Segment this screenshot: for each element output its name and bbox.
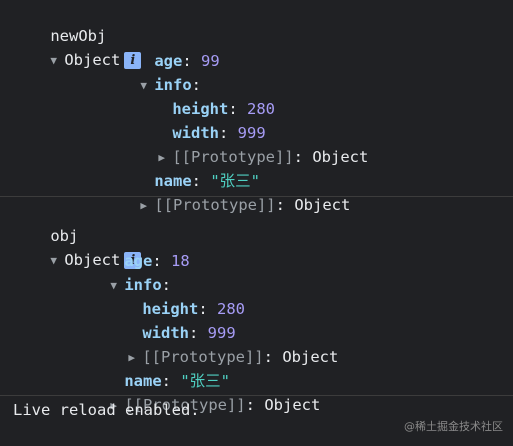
property-height: height: 280 — [142, 300, 245, 318]
console-entry-newobj: newObj ▼ Object i age: 99 ▼ info: height: 2… — [0, 0, 513, 214]
entry-divider — [0, 196, 513, 197]
object-header[interactable]: newObj ▼ Object i — [13, 0, 142, 69]
property-name: name: "张三" — [154, 172, 260, 190]
property-age: age: 18 — [124, 252, 190, 270]
variable-name: obj — [50, 227, 79, 245]
property-name: name: "张三" — [124, 372, 230, 390]
variable-name: newObj — [50, 27, 107, 45]
property-width: width: 999 — [172, 124, 266, 142]
property-value: 99 — [201, 52, 220, 70]
object-header[interactable]: obj ▼ Object i — [13, 200, 142, 269]
property-info[interactable]: ▼ info: — [73, 249, 171, 294]
console-entry-obj: obj ▼ Object i age: 18 ▼ info: height: 280 … — [0, 200, 513, 414]
expanded-arrow-icon[interactable]: ▼ — [50, 49, 64, 73]
watermark: @稀土掘金技术社区 — [404, 420, 503, 433]
prototype-row[interactable]: ▶ [[Prototype]]: Object — [121, 121, 368, 166]
property-info[interactable]: ▼ info: — [103, 49, 201, 94]
status-message: Live reload enabled. — [13, 401, 200, 419]
prototype-row[interactable]: ▶ [[Prototype]]: Object — [91, 321, 338, 366]
prototype-row[interactable]: ▶ [[Prototype]]: Object — [103, 169, 350, 214]
expanded-arrow-icon[interactable]: ▼ — [50, 249, 64, 273]
property-height: height: 280 — [172, 100, 275, 118]
entry-divider — [0, 395, 513, 396]
property-value: 18 — [171, 252, 190, 270]
property-age: age: 99 — [154, 52, 220, 70]
property-width: width: 999 — [142, 324, 236, 342]
prototype-row[interactable]: ▶ [[Prototype]]: Object — [73, 369, 320, 414]
